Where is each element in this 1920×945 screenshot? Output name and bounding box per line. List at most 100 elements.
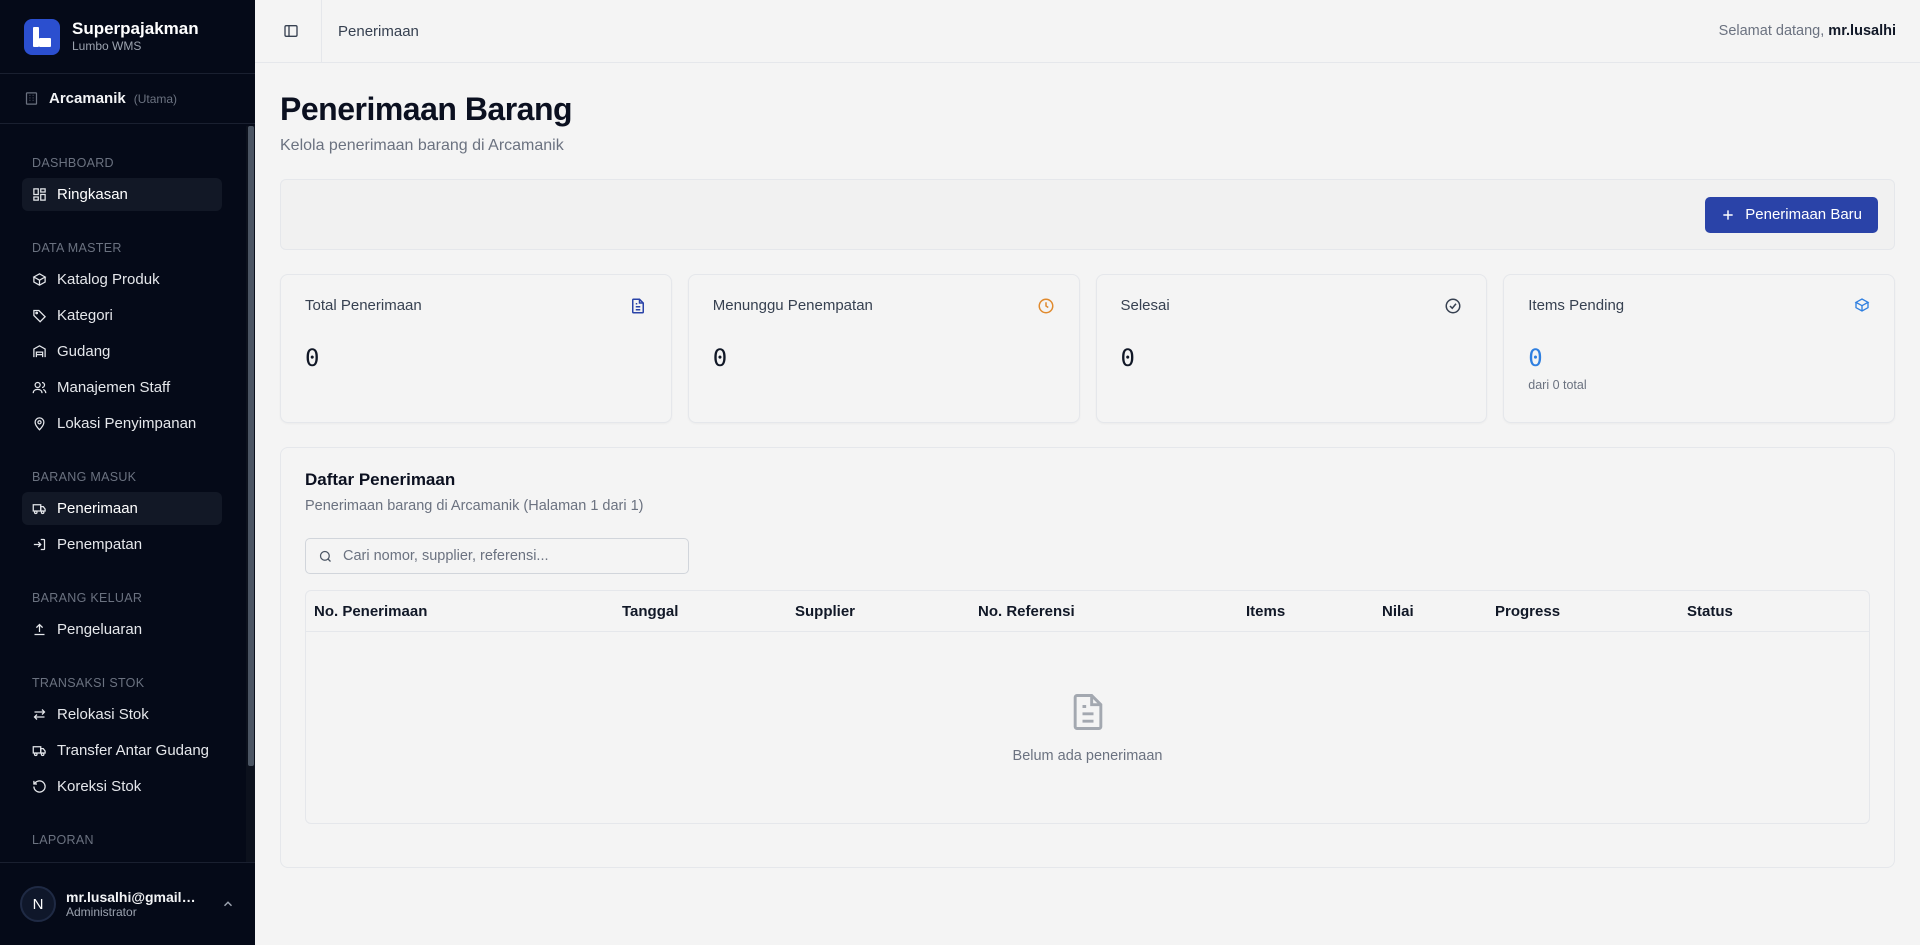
grid-icon	[33, 188, 46, 201]
nav-section-transaksi-stok: TRANSAKSI STOK	[32, 676, 145, 690]
sidebar-scrollbar-thumb[interactable]	[248, 126, 254, 766]
column-header[interactable]: Items	[1246, 603, 1382, 620]
topbar-divider	[321, 0, 322, 62]
package-icon	[1854, 298, 1870, 312]
welcome-text: Selamat datang, mr.lusalhi	[1719, 23, 1896, 39]
clock-icon	[1038, 298, 1053, 314]
box-icon	[32, 273, 47, 286]
empty-state-text: Belum ada penerimaan	[1012, 748, 1163, 764]
upload-icon	[34, 623, 45, 636]
users-icon	[32, 381, 47, 394]
location-switcher[interactable]: Arcamanik (Utama)	[0, 74, 255, 124]
sidebar-item-label: Koreksi Stok	[57, 778, 142, 795]
map-pin-icon	[34, 417, 45, 431]
search-input[interactable]	[343, 548, 676, 564]
arrows-left-right-icon	[33, 709, 46, 720]
sidebar-item-pengeluaran[interactable]: Pengeluaran	[22, 613, 222, 646]
sidebar-item-label: Penerimaan	[57, 500, 138, 517]
sidebar-item-label: Gudang	[57, 343, 111, 360]
welcome-prefix: Selamat datang,	[1718, 23, 1829, 39]
sidebar-item-label: Relokasi Stok	[57, 706, 149, 723]
nav-section-barang-masuk: BARANG MASUK	[32, 470, 137, 484]
sidebar-item-label: Lokasi Penyimpanan	[57, 415, 197, 432]
avatar: N	[20, 886, 56, 922]
stat-card-done: Selesai 0	[1095, 274, 1488, 423]
stat-label: Items Pending	[1528, 297, 1625, 314]
column-header[interactable]: Progress	[1495, 603, 1687, 620]
column-header[interactable]: Tanggal	[622, 603, 795, 620]
new-receipt-label: Penerimaan Baru	[1745, 206, 1862, 223]
user-role: Administrator	[66, 905, 137, 919]
truck-icon	[32, 746, 46, 757]
sidebar-item-transfer-antar-gudang[interactable]: Transfer Antar Gudang	[22, 734, 222, 767]
panel-left-icon	[284, 25, 298, 37]
sidebar: Superpajakman Lumbo WMS Arcamanik (Utama…	[0, 0, 255, 945]
nav-section-barang-keluar: BARANG KELUAR	[32, 591, 143, 605]
warehouse-icon	[33, 345, 46, 358]
stat-value: 0	[1528, 344, 1543, 372]
tags-icon	[33, 309, 47, 323]
sidebar-item-label: Transfer Antar Gudang	[57, 742, 210, 759]
new-receipt-button[interactable]: Penerimaan Baru	[1705, 196, 1878, 233]
sign-in-icon	[33, 538, 46, 551]
column-header[interactable]: No. Referensi	[978, 603, 1246, 620]
column-header[interactable]: Status	[1687, 603, 1733, 620]
column-header[interactable]: Supplier	[795, 603, 978, 620]
sidebar-item-lokasi-penyimpanan[interactable]: Lokasi Penyimpanan	[22, 407, 222, 440]
stat-value: 0	[305, 344, 320, 372]
empty-state: Belum ada penerimaan	[306, 689, 1869, 764]
column-header[interactable]: No. Penerimaan	[314, 603, 622, 620]
stat-value: 0	[1120, 344, 1135, 372]
user-menu[interactable]: N mr.lusalhi@gmail.com Administrator	[0, 862, 255, 945]
page-content: Penerimaan Barang Kelola penerimaan bara…	[255, 63, 1920, 868]
sidebar-toggle-button[interactable]	[279, 19, 303, 43]
sidebar-item-relokasi-stok[interactable]: Relokasi Stok	[22, 698, 222, 731]
stat-footnote: dari 0 total	[1528, 378, 1587, 392]
sidebar-item-penerimaan[interactable]: Penerimaan	[22, 492, 222, 525]
welcome-user: mr.lusalhi	[1828, 23, 1896, 39]
stat-label: Total Penerimaan	[305, 297, 422, 314]
sidebar-item-label: Ringkasan	[57, 186, 128, 203]
location-tag: (Utama)	[133, 91, 178, 106]
building-icon	[25, 92, 38, 105]
user-email: mr.lusalhi@gmail.com	[66, 889, 196, 905]
check-circle-icon	[1445, 298, 1461, 314]
brand-subtitle: Lumbo WMS	[72, 39, 142, 53]
topbar: Penerimaan Selamat datang, mr.lusalhi	[255, 0, 1920, 63]
chevron-up-icon	[223, 901, 233, 907]
nav-section-data-master: DATA MASTER	[32, 241, 122, 255]
breadcrumb: Penerimaan	[338, 22, 419, 40]
sidebar-item-manajemen-staff[interactable]: Manajemen Staff	[22, 371, 222, 404]
stat-card-waiting: Menunggu Penempatan 0	[687, 274, 1080, 423]
search-box[interactable]	[305, 538, 689, 574]
sidebar-item-label: Katalog Produk	[57, 271, 160, 288]
location-name: Arcamanik	[49, 90, 126, 107]
stat-label: Selesai	[1120, 297, 1170, 314]
sidebar-item-kategori[interactable]: Kategori	[22, 299, 222, 332]
column-header[interactable]: Nilai	[1382, 603, 1495, 620]
sidebar-item-label: Manajemen Staff	[57, 379, 171, 396]
rotate-ccw-icon	[33, 780, 46, 793]
main-content: Penerimaan Selamat datang, mr.lusalhi Pe…	[255, 0, 1920, 945]
list-subtitle: Penerimaan barang di Arcamanik (Halaman …	[305, 498, 644, 514]
sidebar-item-ringkasan[interactable]: Ringkasan	[22, 178, 222, 211]
table-header: No. Penerimaan Tanggal Supplier No. Refe…	[306, 591, 1869, 632]
stat-card-total: Total Penerimaan 0	[280, 274, 672, 423]
sidebar-item-label: Kategori	[57, 307, 113, 324]
brand-logo-icon	[24, 18, 60, 55]
file-text-icon	[1073, 694, 1102, 730]
truck-icon	[32, 504, 46, 515]
sidebar-item-label: Penempatan	[57, 536, 143, 553]
sidebar-item-katalog-produk[interactable]: Katalog Produk	[22, 263, 222, 296]
sidebar-item-gudang[interactable]: Gudang	[22, 335, 222, 368]
nav-section-dashboard: DASHBOARD	[32, 156, 114, 170]
stat-value: 0	[712, 344, 728, 372]
sidebar-nav: DASHBOARD Ringkasan DATA MASTER Katalog …	[0, 126, 246, 862]
file-text-icon	[631, 298, 644, 314]
brand[interactable]: Superpajakman Lumbo WMS	[0, 0, 255, 74]
sidebar-item-koreksi-stok[interactable]: Koreksi Stok	[22, 770, 222, 803]
sidebar-item-penempatan[interactable]: Penempatan	[22, 528, 222, 561]
nav-section-laporan: LAPORAN	[32, 833, 94, 847]
stat-label: Menunggu Penempatan	[712, 297, 873, 314]
receipts-table: No. Penerimaan Tanggal Supplier No. Refe…	[305, 590, 1870, 824]
